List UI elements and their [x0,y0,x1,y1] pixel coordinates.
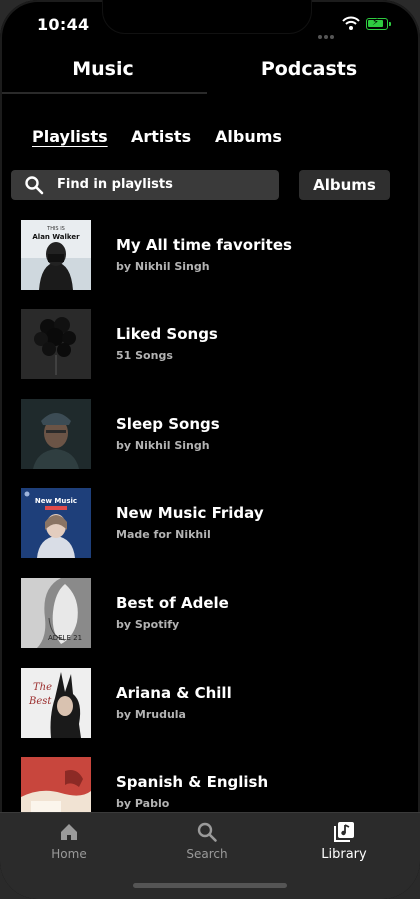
nav-home-label: Home [51,847,87,861]
home-icon [61,824,77,840]
list-item[interactable]: Liked Songs 51 Songs [0,309,420,379]
playlist-subtitle: 51 Songs [116,349,173,362]
phone-screen: 10:44 ⚡ Music Podcasts Playlists Artists… [0,0,420,899]
playlist-cover [21,399,91,469]
list-item[interactable]: THIS IS Alan Walker My All time favorite… [0,220,420,290]
playlist-title: New Music Friday [116,504,264,522]
bottom-nav: Home Search Library [0,812,420,899]
playlist-list: THIS IS Alan Walker My All time favorite… [0,220,420,812]
tab-music[interactable]: Music [0,58,206,80]
search-input[interactable] [57,173,267,195]
playlist-subtitle: by Nikhil Singh [116,260,210,273]
svg-text:Alan Walker: Alan Walker [32,233,80,241]
playlist-subtitle: by Spotify [116,618,180,631]
search-icon [25,176,44,195]
playlist-cover: THIS IS Alan Walker [21,220,91,290]
signal-icon [318,24,336,43]
list-item[interactable]: New Music New Music Friday Made for Nikh… [0,488,420,558]
top-tabs: Music Podcasts [0,48,420,96]
playlist-subtitle: by Nikhil Singh [116,439,210,452]
svg-text:The: The [33,682,52,693]
svg-text:New Music: New Music [35,497,77,505]
svg-text:THIS IS: THIS IS [46,226,65,232]
playlist-title: My All time favorites [116,236,292,254]
wifi-icon [342,16,360,30]
nav-search[interactable]: Search [157,821,257,861]
playlist-cover [21,757,91,812]
playlist-title: Liked Songs [116,325,218,343]
playlist-cover: The Best [21,668,91,738]
subtab-artists[interactable]: Artists [131,127,191,146]
playlist-subtitle: Made for Nikhil [116,528,211,541]
tab-underline [2,92,207,94]
battery-icon: ⚡ [366,17,391,30]
playlist-cover: New Music [21,488,91,558]
subtab-albums[interactable]: Albums [215,127,282,146]
status-bar: 10:44 ⚡ [0,0,420,48]
notch [103,0,311,33]
home-indicator [133,883,287,888]
list-item[interactable]: The Best Ariana & Chill by Mrudula [0,668,420,738]
playlist-subtitle: by Mrudula [116,708,186,721]
nav-home[interactable]: Home [19,821,119,861]
tab-podcasts[interactable]: Podcasts [206,58,412,80]
playlist-title: Ariana & Chill [116,684,232,702]
playlist-title: Spanish & English [116,773,269,791]
subtab-playlists[interactable]: Playlists [32,127,108,146]
list-item[interactable]: Spanish & English by Pablo [0,757,420,812]
playlist-title: Best of Adele [116,594,229,612]
nav-library[interactable]: Library [294,821,394,862]
playlist-cover [21,309,91,379]
svg-text:ADELE 21: ADELE 21 [48,634,82,642]
playlist-title: Sleep Songs [116,415,220,433]
search-icon [197,822,217,842]
status-time: 10:44 [37,15,90,34]
search-bar[interactable] [11,170,279,200]
nav-library-label: Library [321,847,367,862]
nav-search-label: Search [186,847,228,861]
playlist-subtitle: by Pablo [116,797,170,810]
svg-text:Best: Best [28,696,52,707]
list-item[interactable]: ADELE 21 Best of Adele by Spotify [0,578,420,648]
albums-filter-button[interactable]: Albums [299,170,390,200]
library-icon [334,822,354,842]
playlist-cover: ADELE 21 [21,578,91,648]
list-item[interactable]: Sleep Songs by Nikhil Singh [0,399,420,469]
